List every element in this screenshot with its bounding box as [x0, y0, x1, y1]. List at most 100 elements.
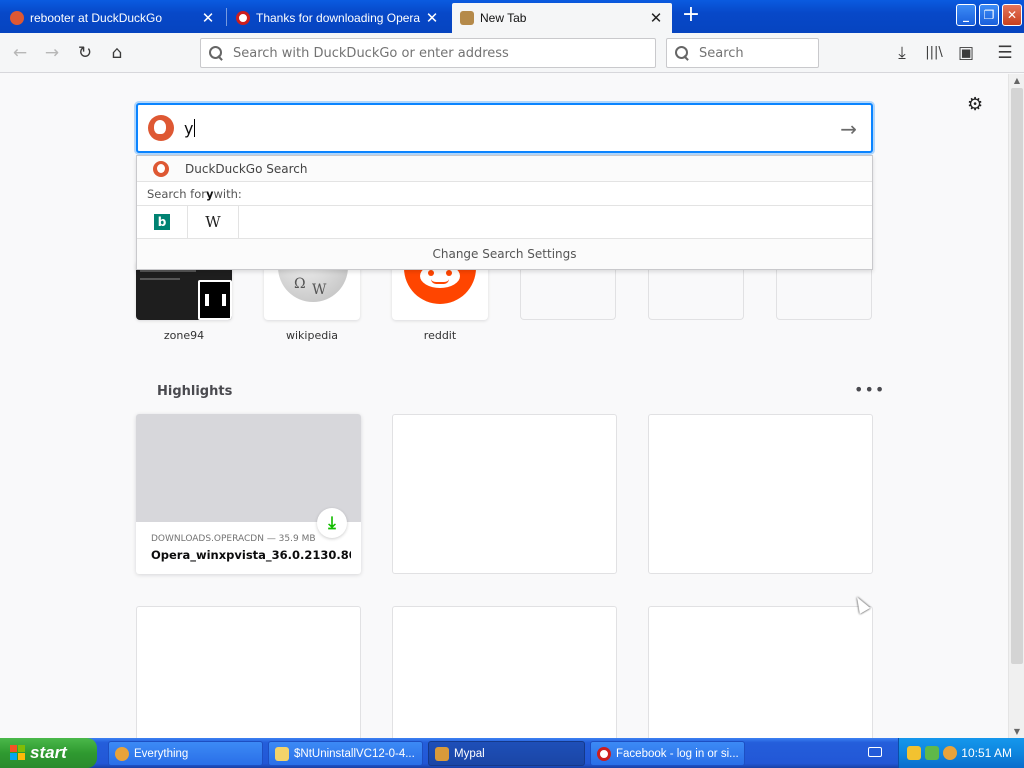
- search-for-header: Search for y with:: [137, 182, 872, 206]
- card-preview: [136, 414, 361, 522]
- restore-button[interactable]: ❐: [979, 4, 999, 26]
- minimize-button[interactable]: _: [956, 4, 976, 26]
- network-icon[interactable]: [925, 746, 939, 760]
- engine-bing-button[interactable]: b: [137, 205, 188, 239]
- gear-icon[interactable]: ⚙: [967, 94, 983, 115]
- top-site-wikipedia[interactable]: Ω W wikipedia: [264, 262, 360, 342]
- page-search-input[interactable]: y →: [136, 103, 873, 153]
- duckduckgo-icon: [153, 160, 169, 177]
- taskbar-item-label: $NtUninstallVC12-0-4...: [294, 747, 415, 760]
- page-scrollbar[interactable]: ▲ ▼: [1008, 74, 1024, 738]
- arrow-right-icon[interactable]: →: [840, 117, 857, 141]
- scroll-up-icon[interactable]: ▲: [1012, 76, 1022, 85]
- clock: 10:51 AM: [961, 746, 1012, 760]
- scroll-down-icon[interactable]: ▼: [1012, 727, 1022, 736]
- search-for-term: y: [205, 186, 214, 201]
- new-tab-page: ⚙ zone94 Ω W wikipedia reddit y → DuckDu…: [0, 74, 1008, 738]
- home-icon[interactable]: ⌂: [106, 42, 128, 64]
- search-for-prefix: Search for: [147, 186, 206, 201]
- close-tab-icon[interactable]: ✕: [648, 9, 664, 27]
- opera-icon: [597, 746, 611, 761]
- change-search-settings-button[interactable]: Change Search Settings: [137, 239, 872, 269]
- one-off-engines: b W: [137, 205, 872, 239]
- highlight-card-download[interactable]: ⤓ DOWNLOADS.OPERACDN — 35.9 MB Opera_win…: [136, 414, 361, 574]
- back-icon[interactable]: ←: [9, 42, 31, 64]
- tab-duckduckgo[interactable]: rebooter at DuckDuckGo ✕: [2, 3, 224, 33]
- taskbar-item-facebook[interactable]: Facebook - log in or si...: [590, 741, 745, 766]
- top-site-zone94[interactable]: zone94: [136, 262, 232, 342]
- close-tab-icon[interactable]: ✕: [200, 9, 216, 27]
- pong-icon: [198, 280, 232, 320]
- search-icon: [675, 46, 689, 60]
- duckduckgo-icon: [148, 115, 174, 141]
- site-thumbnail: [136, 262, 232, 320]
- highlight-card-empty: [648, 414, 873, 574]
- search-suggestions-dropdown: DuckDuckGo Search Search for y with: b W…: [136, 155, 873, 270]
- start-label: start: [30, 743, 67, 762]
- system-tray: 10:51 AM: [898, 738, 1024, 768]
- suggestion-duckduckgo[interactable]: DuckDuckGo Search: [137, 156, 872, 182]
- duckduckgo-icon: [10, 11, 24, 25]
- engine-wikipedia-button[interactable]: W: [188, 205, 239, 239]
- highlight-card-empty: [648, 606, 873, 738]
- bing-icon: b: [154, 214, 170, 230]
- suggestion-label: DuckDuckGo Search: [185, 161, 308, 176]
- mypal-icon: [435, 746, 449, 761]
- empty-top-site: [520, 262, 616, 320]
- site-label: zone94: [163, 329, 205, 342]
- search-icon: [209, 46, 223, 60]
- address-placeholder: Search with DuckDuckGo or enter address: [233, 45, 509, 61]
- taskbar-item-label: Everything: [134, 747, 189, 760]
- menu-icon[interactable]: ☰: [994, 42, 1016, 64]
- keyboard-icon[interactable]: [868, 747, 882, 757]
- tab-divider: [226, 8, 227, 26]
- start-button[interactable]: start: [0, 738, 97, 768]
- highlight-card-empty: [136, 606, 361, 738]
- taskbar-item-mypal[interactable]: Mypal: [428, 741, 585, 766]
- download-icon: ⤓: [317, 508, 347, 538]
- site-thumbnail: [392, 262, 488, 320]
- site-thumbnail: Ω W: [264, 262, 360, 320]
- highlight-card-empty: [392, 606, 617, 738]
- search-bar[interactable]: Search: [666, 38, 819, 68]
- sidebar-icon[interactable]: ▣: [955, 42, 977, 64]
- forward-icon[interactable]: →: [41, 42, 63, 64]
- tab-title: New Tab: [480, 11, 527, 25]
- new-tab-button[interactable]: +: [680, 4, 702, 27]
- highlights-heading: Highlights: [157, 384, 233, 399]
- search-icon[interactable]: [943, 746, 957, 760]
- downloads-icon[interactable]: ⤓: [891, 42, 913, 64]
- wikipedia-icon: W: [205, 213, 221, 231]
- close-tab-icon[interactable]: ✕: [424, 9, 440, 27]
- library-icon[interactable]: |||\: [923, 42, 945, 64]
- tab-opera[interactable]: Thanks for downloading Opera ✕: [228, 3, 448, 33]
- site-label: wikipedia: [285, 329, 338, 342]
- taskbar-item-everything[interactable]: Everything: [108, 741, 263, 766]
- site-label: reddit: [423, 329, 457, 342]
- empty-top-site: [776, 262, 872, 320]
- windows-taskbar: start Everything $NtUninstallVC12-0-4...…: [0, 738, 1024, 768]
- folder-icon: [275, 746, 289, 761]
- search-query: y: [184, 118, 194, 138]
- search-placeholder: Search: [699, 45, 744, 61]
- highlight-card-empty: [392, 414, 617, 574]
- scrollbar-thumb[interactable]: [1011, 88, 1023, 664]
- navigation-toolbar: ← → ↻ ⌂ Search with DuckDuckGo or enter …: [0, 33, 1024, 73]
- top-site-reddit[interactable]: reddit: [392, 262, 488, 342]
- empty-top-site: [648, 262, 744, 320]
- tab-title: rebooter at DuckDuckGo: [30, 11, 163, 25]
- tab-title: Thanks for downloading Opera: [256, 11, 421, 25]
- card-meta: DOWNLOADS.OPERACDN — 35.9 MB: [151, 534, 316, 544]
- search-for-suffix: with:: [213, 186, 242, 201]
- taskbar-item-folder[interactable]: $NtUninstallVC12-0-4...: [268, 741, 423, 766]
- title-bar: rebooter at DuckDuckGo ✕ Thanks for down…: [0, 0, 1024, 33]
- close-window-button[interactable]: ✕: [1002, 4, 1022, 26]
- shield-icon[interactable]: [907, 746, 921, 760]
- more-options-icon[interactable]: •••: [854, 380, 885, 399]
- tab-new-tab[interactable]: New Tab ✕: [452, 3, 672, 33]
- card-filename: Opera_winxpvista_36.0.2130.80_...: [151, 548, 351, 562]
- change-settings-label: Change Search Settings: [432, 247, 577, 261]
- reload-icon[interactable]: ↻: [74, 42, 96, 64]
- address-bar[interactable]: Search with DuckDuckGo or enter address: [200, 38, 656, 68]
- opera-icon: [236, 11, 250, 25]
